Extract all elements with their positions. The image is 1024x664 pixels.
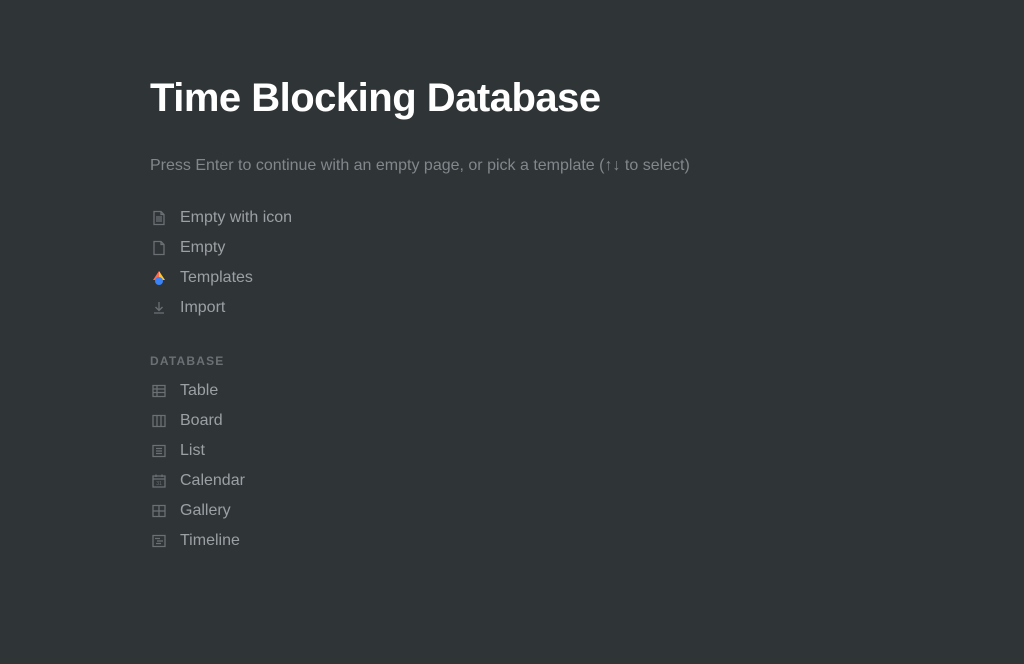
option-list[interactable]: List: [150, 440, 720, 461]
list-icon: [150, 442, 168, 460]
gallery-icon: [150, 502, 168, 520]
board-icon: [150, 412, 168, 430]
option-label: Empty: [180, 239, 225, 257]
svg-text:31: 31: [156, 481, 162, 487]
option-empty[interactable]: Empty: [150, 237, 720, 258]
download-icon: [150, 299, 168, 317]
option-templates[interactable]: Templates: [150, 267, 720, 288]
option-label: Gallery: [180, 502, 231, 520]
option-label: Timeline: [180, 532, 240, 550]
option-label: Import: [180, 299, 225, 317]
option-calendar[interactable]: 31 Calendar: [150, 470, 720, 491]
option-timeline[interactable]: Timeline: [150, 530, 720, 551]
option-label: Calendar: [180, 472, 245, 490]
page-with-lines-icon: [150, 209, 168, 227]
option-gallery[interactable]: Gallery: [150, 500, 720, 521]
option-table[interactable]: Table: [150, 380, 720, 401]
option-label: List: [180, 442, 205, 460]
page-title: Time Blocking Database: [150, 76, 720, 121]
option-import[interactable]: Import: [150, 297, 720, 318]
option-board[interactable]: Board: [150, 410, 720, 431]
calendar-icon: 31: [150, 472, 168, 490]
table-icon: [150, 382, 168, 400]
primary-options-list: Empty with icon Empty Templates Import: [150, 207, 720, 318]
option-empty-with-icon[interactable]: Empty with icon: [150, 207, 720, 228]
option-label: Templates: [180, 269, 253, 287]
database-options-list: Table Board List 31 Calendar Gallery: [150, 380, 720, 551]
database-section-header: DATABASE: [150, 354, 720, 368]
option-label: Empty with icon: [180, 209, 292, 227]
option-label: Table: [180, 382, 218, 400]
option-label: Board: [180, 412, 223, 430]
page-icon: [150, 239, 168, 257]
template-hint: Press Enter to continue with an empty pa…: [150, 157, 720, 175]
templates-icon: [150, 269, 168, 287]
timeline-icon: [150, 532, 168, 550]
